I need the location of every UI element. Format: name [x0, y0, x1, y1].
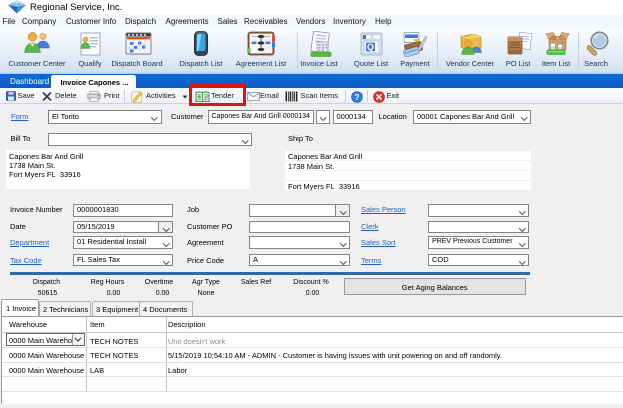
svg-text:?: ? — [354, 92, 359, 102]
svg-text:Q: Q — [367, 42, 374, 52]
